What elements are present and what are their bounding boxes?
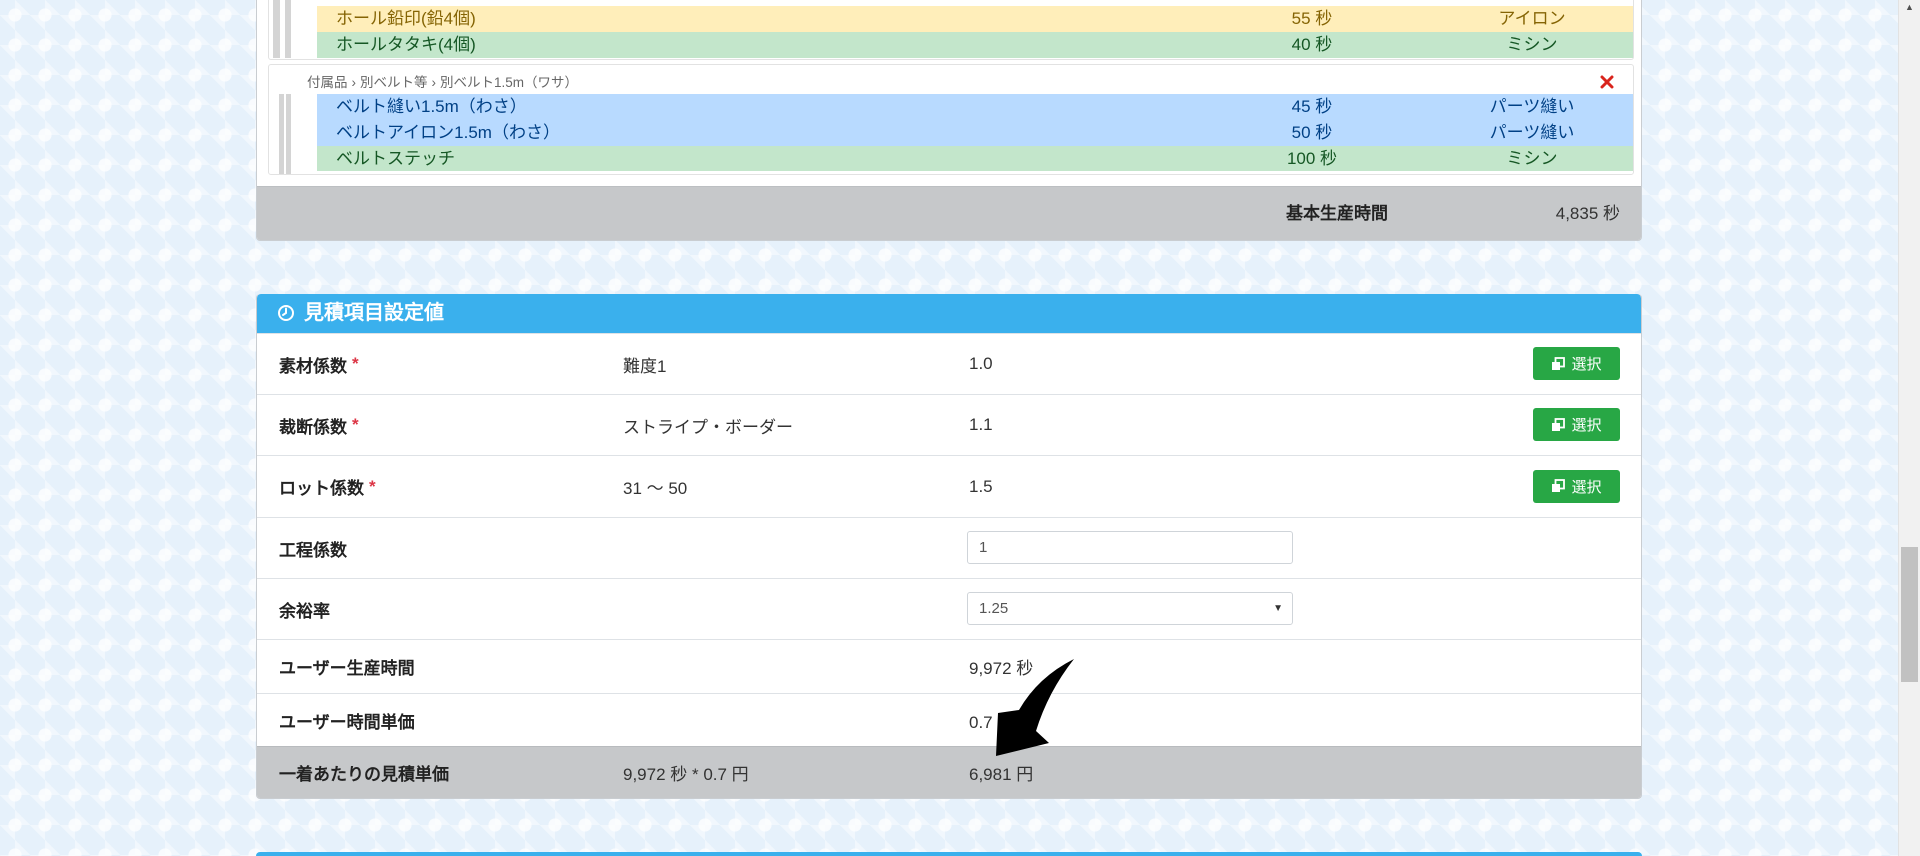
process-time: 50 秒: [1291, 123, 1333, 142]
clone-icon: [1552, 417, 1566, 431]
process-name: ホール鉛印(鉛4個): [336, 9, 476, 28]
field-label: 素材係数 *: [279, 334, 359, 394]
close-icon[interactable]: [1600, 75, 1614, 89]
required-mark: *: [352, 415, 359, 434]
breadcrumb-item: 別ベルト1.5m（ワサ）: [440, 75, 579, 90]
panel-title: 見積項目設定値: [304, 302, 444, 324]
select-value: 1.25: [979, 600, 1009, 617]
selection-text: 31 〜 50: [623, 479, 688, 498]
process-name: ベルトステッチ: [336, 149, 455, 168]
selection-text: ストライプ・ボーダー: [623, 417, 793, 437]
footer-formula: 9,972 秒 * 0.7 円: [623, 765, 749, 784]
unit-price-footer: 一着あたりの見積単価 9,972 秒 * 0.7 円 6,981 円: [257, 746, 1641, 798]
estimate-row: 余裕率 1.25 ▼: [257, 578, 1641, 639]
select-button[interactable]: 選択: [1533, 408, 1620, 441]
field-label: ロット係数 *: [279, 456, 376, 517]
process-type: アイロン: [1498, 9, 1566, 28]
process-time: 55 秒: [1291, 9, 1333, 28]
process-name: ベルトアイロン1.5m（わさ）: [336, 123, 560, 142]
breadcrumb-item: 付属品: [307, 75, 348, 90]
process-name: ホールタタキ(4個): [336, 35, 476, 54]
scrollbar-thumb[interactable]: [1901, 547, 1918, 682]
estimate-row: ロット係数 * 31 〜 50 1.5 選択: [257, 455, 1641, 517]
process-time: 100 秒: [1286, 149, 1338, 168]
estimate-row: 工程係数: [257, 517, 1641, 578]
footer-label: 一着あたりの見積単価: [279, 765, 449, 784]
panel-header: 見積項目設定値: [257, 294, 1641, 333]
select-button[interactable]: 選択: [1533, 347, 1620, 380]
user-hourly-rate: 0.7 円: [969, 712, 1015, 732]
total-label: 基本生産時間: [1286, 204, 1388, 223]
estimate-row: 素材係数 * 難度1 1.0 選択: [257, 333, 1641, 394]
process-row: ベルトステッチ 100 秒 ミシン: [317, 146, 1633, 171]
field-label: 余裕率: [279, 601, 330, 621]
caret-down-icon: ▼: [1273, 603, 1283, 614]
process-coefficient-input[interactable]: [967, 531, 1293, 564]
process-list-panel: ホール鉛印(鉛4個) 55 秒 アイロン ホールタタキ(4個) 40 秒 ミシン…: [256, 0, 1642, 241]
select-button-label: 選択: [1571, 478, 1602, 496]
required-mark: *: [352, 354, 359, 373]
breadcrumb: 付属品 › 別ベルト等 › 別ベルト1.5m（ワサ）: [307, 74, 578, 92]
process-row: ベルトアイロン1.5m（わさ） 50 秒 パーツ縫い: [317, 120, 1633, 146]
total-value: 4,835 秒: [1555, 204, 1620, 223]
group-indent-bar: [285, 0, 291, 58]
field-label-text: ロット係数: [279, 479, 364, 498]
process-time: 40 秒: [1291, 35, 1333, 54]
process-row: ベルト縫い1.5m（わさ） 45 秒 パーツ縫い: [317, 94, 1633, 120]
field-label: ユーザー生産時間: [279, 659, 415, 678]
required-mark: *: [369, 476, 376, 496]
estimate-settings-panel: 見積項目設定値 素材係数 * 難度1 1.0 選択 裁断係数 * ストライプ・ボーダ…: [256, 294, 1642, 799]
selection-text: 難度1: [623, 356, 667, 376]
clone-icon: [1552, 356, 1566, 370]
field-label: 裁断係数 *: [279, 395, 359, 455]
process-group: ホール鉛印(鉛4個) 55 秒 アイロン ホールタタキ(4個) 40 秒 ミシン: [268, 0, 1634, 60]
process-type: パーツ縫い: [1489, 97, 1575, 116]
scrollbar[interactable]: ▲: [1898, 0, 1920, 856]
estimate-row: ユーザー時間単価 0.7 円: [257, 693, 1641, 746]
group-indent-bar: [279, 94, 284, 174]
group-indent-bar: [273, 0, 280, 58]
field-label-text: 裁断係数: [279, 417, 347, 437]
process-row: ホール鉛印(鉛4個) 55 秒 アイロン: [317, 6, 1633, 32]
next-panel-header: [256, 852, 1642, 856]
clone-icon: [1552, 479, 1566, 492]
breadcrumb-separator: ›: [351, 75, 357, 90]
coefficient-value: 1.5: [969, 476, 993, 496]
process-time: 45 秒: [1291, 97, 1333, 116]
process-name: ベルト縫い1.5m（わさ）: [336, 97, 527, 116]
process-row: ホールタタキ(4個) 40 秒 ミシン: [317, 32, 1633, 58]
scroll-up-arrow-icon[interactable]: ▲: [1899, 0, 1920, 17]
field-label-text: 素材係数: [279, 356, 347, 376]
select-button-label: 選択: [1571, 356, 1602, 373]
footer-value: 6,981 円: [969, 765, 1034, 784]
field-label: 工程係数: [279, 540, 347, 560]
coefficient-value: 1.0: [969, 354, 993, 373]
select-button[interactable]: 選択: [1533, 469, 1620, 503]
breadcrumb-item: 別ベルト等: [360, 75, 428, 90]
base-production-time-footer: 基本生産時間 4,835 秒: [257, 186, 1641, 240]
breadcrumb-separator: ›: [431, 75, 437, 90]
process-type: ミシン: [1506, 149, 1558, 168]
process-group: 付属品 › 別ベルト等 › 別ベルト1.5m（ワサ） ベルト縫い1.5m（わさ） 45 …: [268, 64, 1634, 175]
user-production-time: 9,972 秒: [969, 659, 1034, 678]
process-type: パーツ縫い: [1489, 123, 1575, 142]
estimate-row: 裁断係数 * ストライプ・ボーダー 1.1 選択: [257, 394, 1641, 455]
select-button-label: 選択: [1571, 417, 1602, 434]
margin-rate-select[interactable]: 1.25 ▼: [967, 592, 1293, 625]
field-label: ユーザー時間単価: [279, 712, 415, 732]
estimate-row: ユーザー生産時間 9,972 秒: [257, 639, 1641, 693]
group-indent-bar: [286, 94, 291, 174]
coefficient-value: 1.1: [969, 415, 993, 434]
process-type: ミシン: [1506, 35, 1558, 54]
clock-icon: [278, 305, 294, 321]
